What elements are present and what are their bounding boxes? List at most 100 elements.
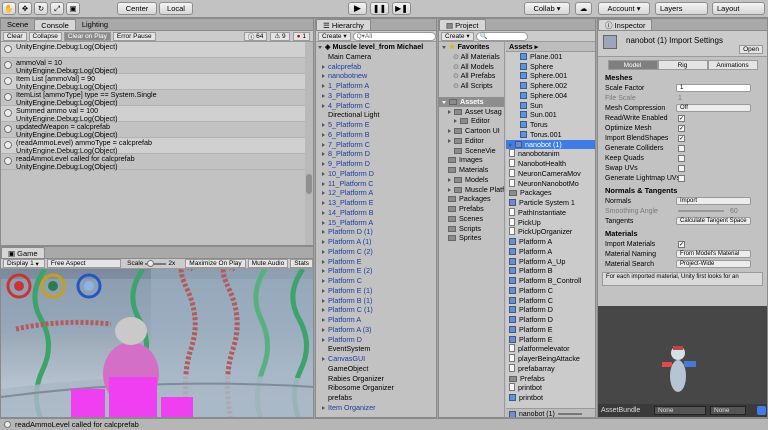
hierarchy-item[interactable]: 11_Platform C (316, 179, 436, 189)
console-scroll-thumb[interactable] (306, 174, 312, 194)
expand-triangle-icon[interactable] (322, 152, 325, 157)
asset-item[interactable]: nanobotanim (506, 149, 595, 159)
console-scrollbar[interactable] (305, 42, 313, 245)
hierarchy-item[interactable]: Platform C (316, 276, 436, 286)
console-entry[interactable]: readAmmoLevel called for calcprefab Unity… (1, 154, 313, 170)
hierarchy-item[interactable]: 3_Platform B (316, 91, 436, 101)
tab-lighting[interactable]: Lighting (76, 19, 114, 30)
expand-triangle-icon[interactable] (322, 93, 325, 98)
expand-triangle-icon[interactable] (322, 298, 325, 303)
model-preview[interactable] (598, 306, 767, 406)
hierarchy-item[interactable]: Ribosome Organizer (316, 383, 436, 393)
hierarchy-item[interactable]: 4_Platform C (316, 101, 436, 111)
hierarchy-item[interactable]: Platform A (1) (316, 237, 436, 247)
hierarchy-item[interactable]: Platform A (316, 315, 436, 325)
folder-tree-item[interactable]: Cartoon UI (439, 126, 504, 136)
read-write-checkbox[interactable]: ✓ (678, 114, 685, 122)
expand-triangle-icon[interactable] (322, 337, 325, 342)
asset-item[interactable]: Platform C (506, 296, 595, 306)
maximize-on-play-toggle[interactable]: Maximize On Play (185, 259, 246, 268)
stats-toggle[interactable]: Stats (290, 259, 313, 268)
layout-dropdown[interactable]: Layout (712, 2, 765, 15)
hand-tool-icon[interactable]: ✋ (2, 2, 16, 15)
expand-triangle-icon[interactable] (322, 288, 325, 293)
account-button[interactable]: Account ▾ (598, 2, 650, 15)
hierarchy-item[interactable]: 7_Platform C (316, 140, 436, 150)
asset-item[interactable]: Platform C (506, 286, 595, 296)
expand-triangle-icon[interactable] (322, 123, 325, 127)
play-button[interactable]: ▶ (348, 2, 367, 15)
expand-triangle-icon[interactable] (322, 74, 325, 79)
asset-item[interactable]: Prefabs (506, 374, 595, 384)
expand-triangle-icon[interactable] (322, 279, 325, 283)
folder-tree-item[interactable]: Asset Usag (439, 107, 504, 117)
hierarchy-item[interactable]: 13_Platform E (316, 198, 436, 208)
cloud-icon[interactable]: ☁ (575, 2, 592, 15)
asset-item[interactable]: Platform D (506, 305, 595, 315)
normals-dropdown[interactable]: Import (676, 197, 751, 205)
scale-slider-thumb[interactable] (147, 259, 155, 267)
expand-triangle-icon[interactable] (322, 64, 325, 69)
console-entry[interactable]: (readAmmoLevel) ammoType = calcprefab Uni… (1, 138, 313, 154)
expand-triangle-icon[interactable] (322, 220, 325, 225)
asset-item[interactable]: Sphere.004 (506, 91, 595, 101)
info-filter-toggle[interactable]: ⓘ 64 (243, 31, 268, 41)
expand-triangle-icon[interactable] (442, 100, 446, 104)
assetbundle-variant-dropdown[interactable]: None (710, 406, 746, 415)
hierarchy-item[interactable]: calcprefab (316, 62, 436, 72)
expand-triangle-icon[interactable] (322, 171, 325, 176)
material-naming-dropdown[interactable]: From Model's Material (676, 250, 751, 258)
expand-triangle-icon[interactable] (322, 230, 325, 235)
project-search-input[interactable]: 🔍 (475, 31, 528, 41)
hierarchy-item[interactable]: Platform C (2) (316, 247, 436, 257)
asset-item[interactable]: Torus (506, 120, 595, 130)
clear-button[interactable]: Clear (3, 31, 27, 41)
asset-item[interactable]: NanobotHealth (506, 159, 595, 169)
expand-triangle-icon[interactable] (322, 181, 325, 186)
pause-button[interactable]: ❚❚ (370, 2, 389, 15)
folder-tree-item[interactable]: Prefabs (439, 204, 504, 214)
folder-tree-item[interactable]: SceneVie (439, 146, 504, 156)
asset-item[interactable]: Sun (506, 101, 595, 111)
hierarchy-item[interactable]: Platform E (1) (316, 286, 436, 296)
hierarchy-item[interactable]: 6_Platform B (316, 130, 436, 140)
step-button[interactable]: ▶❚ (392, 2, 411, 15)
assetbundle-dropdown[interactable]: None (654, 406, 706, 415)
keep-quads-checkbox[interactable] (678, 154, 685, 162)
hierarchy-item[interactable]: GameObject (316, 364, 436, 374)
pivot-local-button[interactable]: Local (159, 2, 193, 15)
rotate-tool-icon[interactable]: ↻ (34, 2, 48, 15)
mesh-compression-dropdown[interactable]: Off (676, 104, 751, 112)
lightmap-uvs-checkbox[interactable] (678, 174, 685, 182)
asset-item[interactable]: printbot (506, 383, 595, 393)
hierarchy-item[interactable]: nanobotnew (316, 71, 436, 81)
folder-tree-item[interactable]: Scenes (439, 214, 504, 224)
expand-triangle-icon[interactable] (448, 129, 451, 133)
collab-button[interactable]: Collab ▾ (524, 2, 570, 15)
smoothing-angle-slider[interactable] (678, 210, 724, 212)
project-create-button[interactable]: Create ▾ (441, 31, 474, 41)
collapse-button[interactable]: Collapse (28, 31, 62, 41)
material-search-dropdown[interactable]: Project-Wide (676, 260, 751, 268)
asset-item[interactable]: NeuronNanobotMo (506, 178, 595, 189)
swap-uvs-checkbox[interactable] (678, 164, 685, 172)
folder-tree-item[interactable]: Images (439, 155, 504, 165)
expand-triangle-icon[interactable] (322, 201, 325, 205)
favorites-header[interactable]: ★ Favorites (439, 42, 504, 52)
move-tool-icon[interactable]: ✥ (18, 2, 32, 15)
scale-tool-icon[interactable]: ⤢ (50, 2, 64, 15)
folder-tree-item[interactable]: Muscle Platf (439, 185, 504, 195)
expand-triangle-icon[interactable] (442, 46, 446, 49)
asset-item[interactable]: printbot (506, 393, 595, 403)
expand-triangle-icon[interactable] (322, 240, 325, 244)
asset-item[interactable]: platformelevator (506, 344, 595, 354)
asset-item[interactable]: playerBeingAttacke (506, 354, 595, 364)
folder-tree-item[interactable]: Editor (439, 116, 504, 126)
hierarchy-item[interactable]: 1_Platform A (316, 81, 436, 91)
asset-item[interactable]: Platform B (506, 266, 595, 276)
expand-triangle-icon[interactable] (318, 46, 322, 49)
rect-tool-icon[interactable]: ▣ (66, 2, 80, 15)
asset-item[interactable]: Sphere (506, 62, 595, 72)
hierarchy-item[interactable]: Platform A (3) (316, 325, 436, 335)
asset-item[interactable]: prefabarray (506, 363, 595, 374)
